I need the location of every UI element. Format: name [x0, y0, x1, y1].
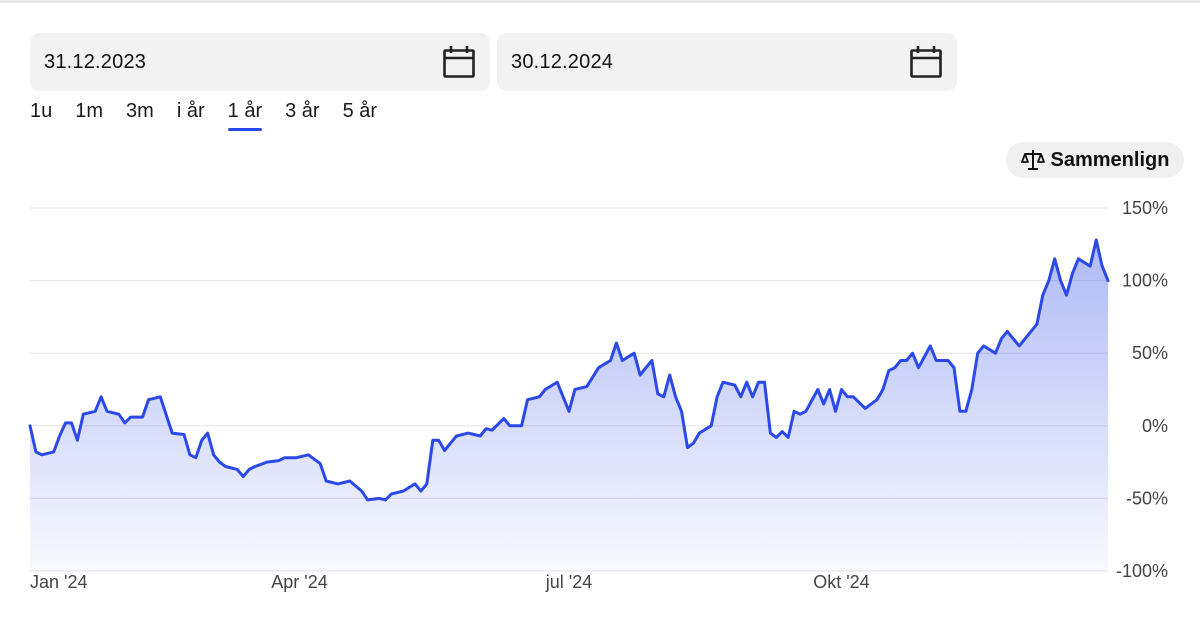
- x-tick-label: Apr '24: [271, 572, 327, 592]
- series-area: [30, 239, 1108, 571]
- performance-chart: 150% 100% 50% 0% -50% -100% Jan '24 Apr '24 jul…: [28, 198, 1168, 592]
- range-tab-5y[interactable]: 5 år: [343, 100, 377, 129]
- y-tick-label: -100%: [1116, 561, 1168, 581]
- x-tick-label: Okt '24: [813, 572, 869, 592]
- top-divider: [0, 0, 1200, 3]
- range-tab-1u[interactable]: 1u: [30, 100, 52, 129]
- y-tick-label: 50%: [1132, 343, 1168, 363]
- calendar-icon[interactable]: [909, 45, 943, 79]
- y-tick-label: 0%: [1142, 416, 1168, 436]
- y-axis-labels: 150% 100% 50% 0% -50% -100%: [1116, 198, 1168, 581]
- scale-icon: [1020, 150, 1045, 170]
- range-tab-3m[interactable]: 3m: [126, 100, 154, 129]
- range-tabs: 1u 1m 3m i år 1 år 3 år 5 år: [30, 100, 400, 131]
- compare-button[interactable]: Sammenlign: [1006, 142, 1184, 178]
- range-tab-1m[interactable]: 1m: [75, 100, 103, 129]
- start-date-field[interactable]: 31.12.2023: [30, 33, 490, 91]
- end-date-value: 30.12.2024: [511, 50, 614, 73]
- range-tab-3y[interactable]: 3 år: [285, 100, 319, 129]
- end-date-field[interactable]: 30.12.2024: [497, 33, 957, 91]
- x-tick-label: jul '24: [545, 572, 592, 592]
- x-tick-label: Jan '24: [30, 572, 87, 592]
- x-axis-labels: Jan '24 Apr '24 jul '24 Okt '24: [30, 572, 870, 592]
- range-tab-ytd[interactable]: i år: [177, 100, 205, 129]
- calendar-icon[interactable]: [442, 45, 476, 79]
- compare-label: Sammenlign: [1050, 148, 1170, 171]
- y-tick-label: -50%: [1126, 488, 1168, 508]
- y-tick-label: 150%: [1122, 198, 1168, 218]
- range-tab-1y[interactable]: 1 år: [227, 100, 263, 131]
- start-date-value: 31.12.2023: [44, 50, 147, 73]
- y-tick-label: 100%: [1122, 271, 1168, 291]
